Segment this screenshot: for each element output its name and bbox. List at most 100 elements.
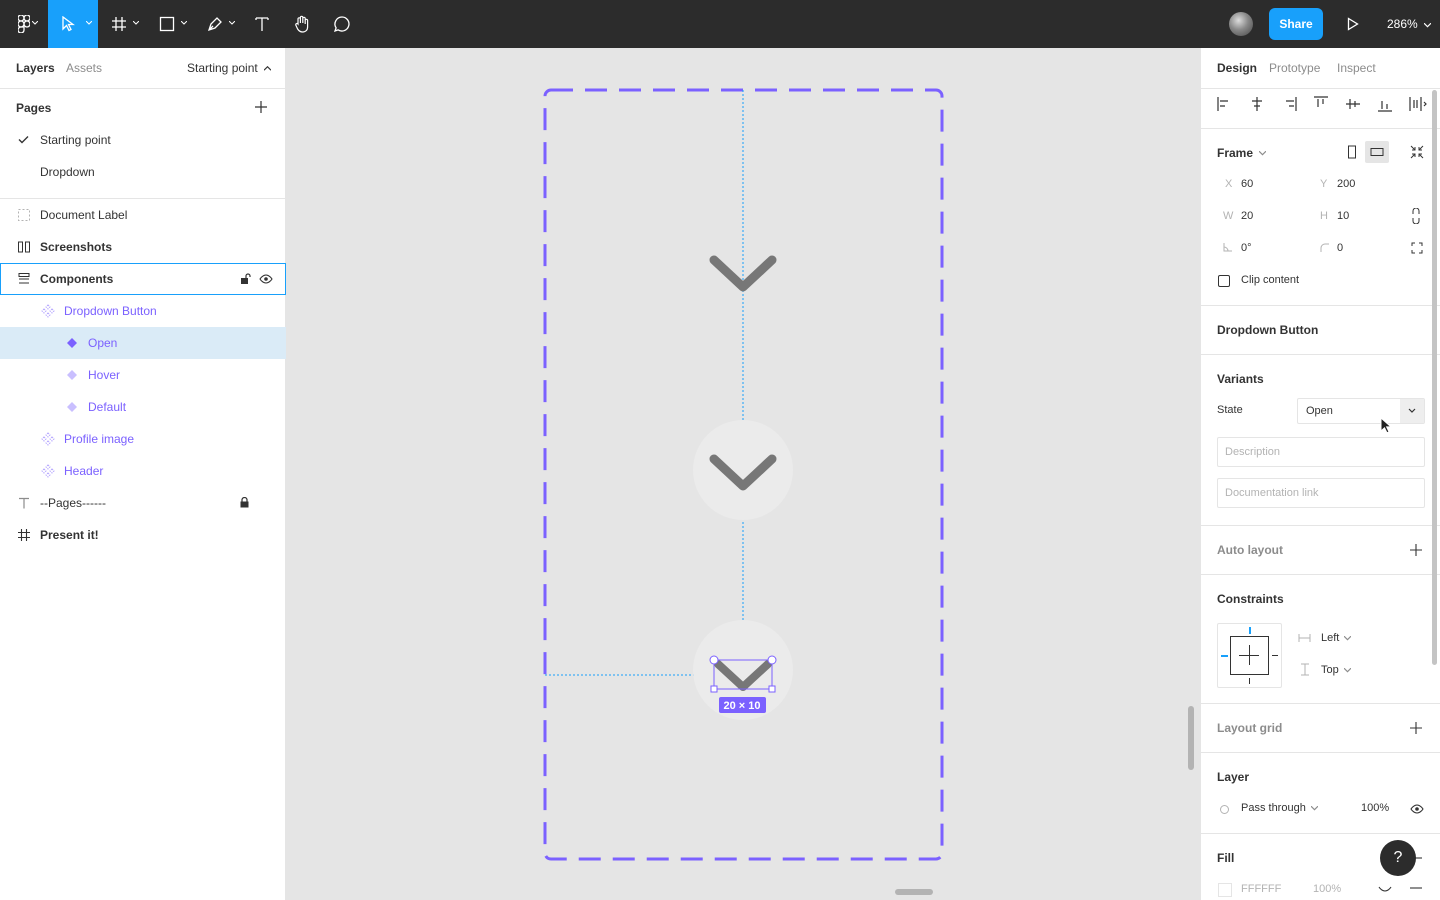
- selection-handle-br[interactable]: [768, 685, 776, 693]
- page-item-starting-point[interactable]: Starting point: [40, 133, 111, 147]
- layer-hover[interactable]: Hover: [0, 359, 286, 391]
- remove-fill-row-icon[interactable]: [1410, 884, 1422, 892]
- layer-open[interactable]: Open: [0, 327, 286, 359]
- alignment-toolbar[interactable]: [1217, 96, 1427, 112]
- fill-hex-input[interactable]: FFFFFF: [1241, 883, 1281, 895]
- layer-dropdown-button[interactable]: Dropdown Button: [0, 295, 286, 327]
- component-name: Dropdown Button: [1217, 323, 1319, 337]
- selection-handle-tl[interactable]: [709, 655, 719, 665]
- tab-prototype[interactable]: Prototype: [1269, 61, 1320, 75]
- shape-tool-button[interactable]: [152, 0, 192, 48]
- vertical-constraint-value: Top: [1321, 664, 1339, 676]
- layer-label: Screenshots: [40, 240, 113, 254]
- selection-handle-bl[interactable]: [710, 685, 718, 693]
- move-tool-button[interactable]: [48, 0, 98, 48]
- layer-pages-text[interactable]: --Pages------: [0, 487, 286, 519]
- constraint-right-indicator[interactable]: [1272, 655, 1278, 656]
- y-input[interactable]: 200: [1337, 178, 1355, 190]
- x-input[interactable]: 60: [1241, 178, 1253, 190]
- design-canvas[interactable]: 20 × 10: [286, 48, 1200, 900]
- layer-profile-image[interactable]: Profile image: [0, 423, 286, 455]
- description-field[interactable]: Description: [1217, 437, 1425, 467]
- chevron-down-icon: [1343, 667, 1352, 673]
- state-select[interactable]: Open: [1297, 398, 1425, 424]
- landscape-button[interactable]: [1365, 141, 1389, 163]
- layer-header[interactable]: Header: [0, 455, 286, 487]
- hover-variant-circle[interactable]: [693, 420, 793, 520]
- tab-design[interactable]: Design: [1217, 61, 1257, 75]
- visibility-eye-icon[interactable]: [1410, 803, 1424, 815]
- rotation-input[interactable]: 0°: [1241, 242, 1252, 254]
- hand-tool-button[interactable]: [288, 0, 316, 48]
- state-value: Open: [1306, 405, 1333, 417]
- vertical-constraint-dropdown[interactable]: Top: [1321, 664, 1352, 676]
- constraints-widget[interactable]: [1217, 623, 1282, 688]
- pen-tool-button[interactable]: [200, 0, 240, 48]
- auto-layout-title: Auto layout: [1217, 543, 1283, 557]
- zoom-value: 286%: [1387, 17, 1418, 31]
- layer-present-it[interactable]: Present it!: [0, 519, 286, 551]
- selection-handle-tr[interactable]: [767, 655, 777, 665]
- frame-tool-button[interactable]: [104, 0, 144, 48]
- current-page-selector[interactable]: Starting point: [187, 61, 272, 75]
- chevron-down-icon: [86, 21, 92, 25]
- text-icon: [19, 497, 29, 509]
- rectangle-icon: [159, 16, 175, 32]
- layer-label: Document Label: [40, 208, 128, 222]
- documentation-link-field[interactable]: Documentation link: [1217, 478, 1425, 508]
- constrain-proportions-icon[interactable]: [1412, 208, 1420, 224]
- tab-assets[interactable]: Assets: [66, 61, 102, 75]
- main-menu-button[interactable]: [0, 0, 48, 48]
- text-tool-button[interactable]: [248, 0, 276, 48]
- lock-icon[interactable]: [240, 497, 249, 508]
- horizontal-scrollbar[interactable]: [895, 889, 933, 895]
- clip-content-checkbox[interactable]: [1218, 275, 1230, 287]
- unlock-icon[interactable]: [240, 273, 251, 285]
- add-page-icon[interactable]: [255, 101, 267, 113]
- fill-swatch[interactable]: [1218, 883, 1232, 897]
- share-button[interactable]: Share: [1269, 8, 1323, 40]
- check-icon: [18, 136, 29, 144]
- w-input[interactable]: 20: [1241, 210, 1253, 222]
- constraint-top-indicator[interactable]: [1249, 627, 1251, 634]
- present-button[interactable]: [1340, 0, 1366, 48]
- blend-mode-dropdown[interactable]: Pass through: [1241, 802, 1319, 814]
- user-avatar[interactable]: [1229, 12, 1253, 36]
- independent-corners-icon[interactable]: [1411, 242, 1423, 254]
- constraint-left-indicator[interactable]: [1221, 655, 1228, 657]
- radius-input[interactable]: 0: [1337, 242, 1343, 254]
- h-input[interactable]: 10: [1337, 210, 1349, 222]
- zoom-dropdown[interactable]: 286%: [1387, 17, 1432, 31]
- vertical-constraint-icon: [1301, 663, 1309, 676]
- tab-inspect[interactable]: Inspect: [1337, 61, 1376, 75]
- chevron-down-icon: [1310, 805, 1319, 811]
- constraint-bottom-indicator[interactable]: [1249, 678, 1250, 684]
- default-chevron-icon[interactable]: [709, 255, 777, 292]
- layer-default[interactable]: Default: [0, 391, 286, 423]
- vertical-scrollbar[interactable]: [1188, 706, 1194, 770]
- layer-opacity-input[interactable]: 100%: [1361, 802, 1389, 814]
- frame-type-dropdown[interactable]: Frame: [1217, 146, 1267, 160]
- layer-document-label[interactable]: Document Label: [0, 199, 286, 231]
- resize-to-fit-icon[interactable]: [1410, 145, 1424, 159]
- chevron-down-icon: [1258, 151, 1267, 156]
- help-button[interactable]: ?: [1380, 840, 1416, 876]
- horizontal-constraint-dropdown[interactable]: Left: [1321, 632, 1352, 644]
- columns-frame-icon: [18, 241, 30, 253]
- hidden-eye-icon[interactable]: [1378, 885, 1392, 893]
- add-layout-grid-icon[interactable]: [1410, 722, 1422, 734]
- comment-tool-button[interactable]: [328, 0, 356, 48]
- chevron-down-icon: [1344, 635, 1352, 641]
- add-auto-layout-icon[interactable]: [1410, 544, 1422, 556]
- layer-screenshots[interactable]: Screenshots: [0, 231, 286, 263]
- properties-scrollbar[interactable]: [1432, 90, 1437, 665]
- fill-opacity-input[interactable]: 100%: [1313, 883, 1341, 895]
- eye-icon[interactable]: [259, 273, 273, 285]
- state-select-arrow[interactable]: [1400, 399, 1424, 423]
- layer-components[interactable]: Components: [0, 263, 286, 295]
- variants-title: Variants: [1217, 372, 1264, 386]
- page-item-dropdown[interactable]: Dropdown: [40, 165, 95, 179]
- description-placeholder: Description: [1225, 446, 1281, 458]
- tab-layers[interactable]: Layers: [16, 61, 55, 75]
- portrait-icon[interactable]: [1347, 145, 1357, 159]
